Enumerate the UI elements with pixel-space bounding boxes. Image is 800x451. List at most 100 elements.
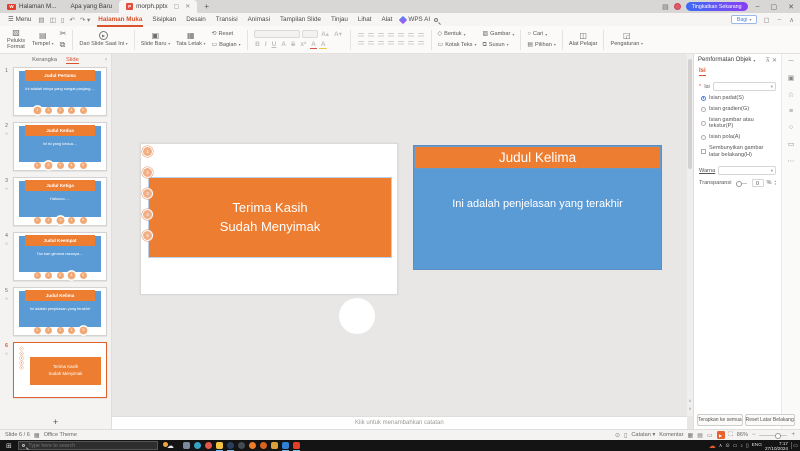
add-slide-button[interactable]: + xyxy=(0,415,111,429)
paragraph-tool-icon[interactable] xyxy=(407,33,414,39)
app-media-icon[interactable] xyxy=(237,442,245,449)
print-icon[interactable]: ▯ xyxy=(59,16,67,24)
prev-slide-icon[interactable]: ∧ xyxy=(689,398,692,403)
clock[interactable]: 7:17 27/10/2024 xyxy=(765,441,788,451)
accessibility-icon[interactable]: ▯ xyxy=(624,432,627,439)
app-vscode-icon[interactable] xyxy=(281,442,289,451)
offslide-body-shape[interactable]: Ini adalah penjelasan yang terakhir xyxy=(414,169,661,269)
highlight-button[interactable]: A xyxy=(319,41,328,49)
slide-step-dot[interactable]: 2 xyxy=(142,167,153,178)
wps-cloud-icon[interactable]: ☁ xyxy=(709,442,716,450)
font-name-select[interactable] xyxy=(253,30,300,39)
underline-button[interactable]: U xyxy=(270,41,278,48)
app-firefox-icon[interactable] xyxy=(248,442,256,449)
white-circle-shape[interactable] xyxy=(339,298,375,334)
copy-icon[interactable]: ⧉ xyxy=(60,40,67,49)
scrollbar-thumb[interactable] xyxy=(688,59,692,169)
font-size-select[interactable] xyxy=(301,30,318,39)
fill-option[interactable]: Isian gradien(G) xyxy=(701,106,774,112)
zoom-slider[interactable] xyxy=(759,433,788,439)
app-steam-icon[interactable] xyxy=(226,442,234,451)
wps-ai-button[interactable]: WPS AI xyxy=(398,15,430,24)
section-button[interactable]: ▭ Bagian ▾ xyxy=(211,41,240,49)
minimize-button[interactable]: – xyxy=(753,3,763,10)
slide-step-dot[interactable]: 4 xyxy=(142,209,153,220)
chevron-down-icon[interactable]: ▾ xyxy=(753,58,755,63)
tab-fill[interactable]: Isi xyxy=(699,68,706,76)
radio-control[interactable] xyxy=(701,134,706,140)
paragraph-tool-icon[interactable] xyxy=(367,33,374,39)
fill-option[interactable]: Isian pola(A) xyxy=(701,134,774,140)
paragraph-tool-icon[interactable] xyxy=(387,40,394,46)
slide-step-dot[interactable]: 3 xyxy=(142,188,153,199)
color-dropdown[interactable]: ▾ xyxy=(718,166,776,176)
comment-panel-icon[interactable]: ▭ xyxy=(788,140,795,148)
upgrade-button[interactable]: Tingkatkan Sekarang xyxy=(685,2,748,11)
app-explorer-icon[interactable] xyxy=(215,442,223,451)
slide-thumbnail-3[interactable]: Haloooo..... Judul Ketiga 1 2 3 4 5 xyxy=(13,177,107,226)
tab-close-icon[interactable]: ✕ xyxy=(185,3,190,10)
offslide-group[interactable]: Judul Kelima Ini adalah penjelasan yang … xyxy=(413,145,662,270)
slide-canvas[interactable]: 1 2 3 4 5 Terima Kasih Sudah Menyimak Judul … xyxy=(112,54,693,429)
ribbon-tab-tampilan-slide[interactable]: Tampilan Slide xyxy=(275,15,326,24)
list-panel-icon[interactable]: ≡ xyxy=(789,108,793,115)
radio-control[interactable] xyxy=(701,95,706,101)
fill-option[interactable]: Isian padat(S) xyxy=(701,95,774,101)
format-panel-icon[interactable]: ▣ xyxy=(788,74,795,82)
spellcheck-icon[interactable]: ⊙ xyxy=(615,432,620,439)
offslide-title-shape[interactable]: Judul Kelima xyxy=(414,146,661,169)
language-indicator[interactable]: ENG xyxy=(752,443,762,448)
slide-thumbnail-1[interactable]: Ini adalah isinya yang sangat panjang...… xyxy=(13,67,107,116)
maximize-button[interactable]: ▢ xyxy=(768,3,781,11)
paragraph-tool-icon[interactable] xyxy=(397,33,404,39)
italic-button[interactable]: I xyxy=(263,41,268,48)
collapse-ribbon-icon[interactable]: – xyxy=(776,16,784,23)
weather-icon[interactable]: ☁ xyxy=(162,441,174,450)
open-icon[interactable]: ▤ xyxy=(36,16,46,24)
app-edge-icon[interactable] xyxy=(193,442,201,449)
reading-view-icon[interactable]: ▭ xyxy=(707,432,713,439)
share-button[interactable]: Bagi ▾ xyxy=(730,15,758,24)
shadow-button[interactable]: A xyxy=(280,41,288,48)
tray-expand-icon[interactable]: ∧ xyxy=(719,443,723,449)
layout-button[interactable]: ▦ Tata Letak ▾ xyxy=(173,31,208,47)
sorter-view-icon[interactable]: ▤ xyxy=(697,432,703,439)
paragraph-tool-icon[interactable] xyxy=(357,33,364,39)
home-tab[interactable]: W Halaman M... xyxy=(0,0,63,13)
slide-thumbnail-4[interactable]: Tau kan gimana rasanya.... Judul Keempat 1… xyxy=(13,232,107,281)
arrange-button[interactable]: ⧉ Susun ▾ xyxy=(482,41,514,49)
selection-button[interactable]: ▤ Pilihan ▾ xyxy=(527,41,555,49)
fullscreen-icon[interactable]: ⛶ xyxy=(729,432,733,439)
paragraph-tool-icon[interactable] xyxy=(357,40,364,46)
learning-tools-button[interactable]: ◫ Alat Pelajar xyxy=(566,31,601,47)
search-input[interactable] xyxy=(28,442,139,449)
zoom-in-icon[interactable]: + xyxy=(791,432,795,438)
transparency-spinner[interactable]: ▴ ▾ xyxy=(774,180,776,186)
play-from-current-slide-button[interactable]: ▶ Dari Slide Saat Ini ▾ xyxy=(76,31,130,47)
paragraph-tool-icon[interactable] xyxy=(417,40,424,46)
bold-button[interactable]: B xyxy=(254,41,262,48)
menu-button[interactable]: ☰ Menu xyxy=(4,16,35,23)
reset-button[interactable]: ⟲ Reset xyxy=(211,30,240,38)
fill-type-dropdown[interactable]: ▾ xyxy=(712,82,776,91)
history-clock-icon[interactable]: ○ xyxy=(789,124,793,131)
effects-star-icon[interactable]: ☆ xyxy=(788,91,794,99)
format-painter-button[interactable]: ▧ Pelukis Format xyxy=(3,28,29,50)
ribbon-tab-tinjau[interactable]: Tinjau xyxy=(326,15,353,24)
paragraph-tool-icon[interactable] xyxy=(417,33,424,39)
user-avatar[interactable] xyxy=(673,3,681,10)
volume-icon[interactable]: ▯ xyxy=(746,443,749,449)
collapse-strip-icon[interactable]: ─ xyxy=(789,58,794,65)
settings-button[interactable]: ◲ Pengaturan ▾ xyxy=(607,31,646,47)
radio-control[interactable] xyxy=(701,120,706,126)
redo-icon[interactable]: ↷ ▾ xyxy=(78,16,93,24)
next-slide-icon[interactable]: ∨ xyxy=(689,406,692,411)
superscript-button[interactable]: x² xyxy=(299,41,308,48)
paragraph-tool-icon[interactable] xyxy=(387,33,394,39)
thanks-shape[interactable]: Terima Kasih Sudah Menyimak xyxy=(148,177,392,258)
reset-background-button[interactable]: Reset Latar Belakang xyxy=(744,414,795,426)
paragraph-tool-icon[interactable] xyxy=(377,33,384,39)
ribbon-chevron-icon[interactable]: ∧ xyxy=(787,16,796,24)
app-pin-icon[interactable] xyxy=(182,442,190,449)
normal-view-icon[interactable]: ▦ xyxy=(688,432,694,439)
